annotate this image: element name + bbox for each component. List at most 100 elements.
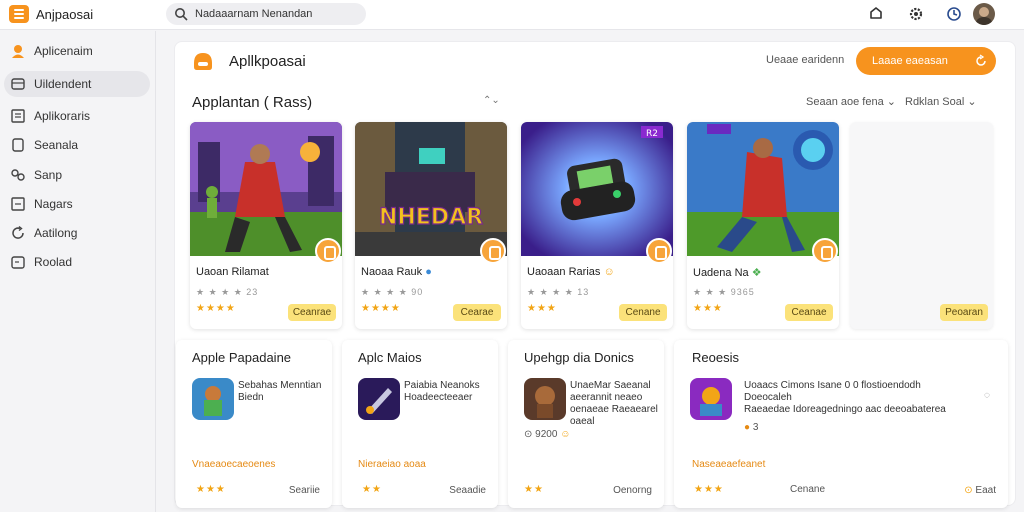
sidebar-item-label: Sanp <box>34 168 63 182</box>
sidebar-item-aplicenaim[interactable]: Aplicenaim <box>4 38 150 64</box>
sidebar: Aplicenaim Uildendent Aplikoraris Seanal… <box>0 31 156 512</box>
rating-value: ⊙ 9200 ☺ <box>524 429 571 440</box>
header-link[interactable]: Ueaae earidenn <box>766 54 844 66</box>
document-icon <box>12 138 24 152</box>
featured-panel[interactable]: Apple Papadaine Sebahas Menntian Biedn V… <box>176 340 332 508</box>
sidebar-item-label: Aplicenaim <box>34 44 93 58</box>
game-title: Naoaa Rauk ● <box>361 266 432 278</box>
featured-panel[interactable]: Upehgp dia Donics UnaeMar Saeanal aeeran… <box>508 340 664 508</box>
grid-icon <box>11 109 25 123</box>
app-thumbnail-image <box>690 378 732 420</box>
game-action-button[interactable]: Peoaran <box>940 304 988 321</box>
panel-extra[interactable]: ⊙ Eaat <box>964 485 996 496</box>
primary-action-button[interactable]: Laaae eaeasan <box>856 47 996 75</box>
game-art-image <box>190 122 342 256</box>
game-card[interactable]: Uadena Na ❖ ★ ★ ★ 9365 ★★★ Ceanae <box>687 122 839 329</box>
star-rating: ★★★ <box>694 484 724 495</box>
refresh-icon <box>12 225 24 239</box>
notification-icon[interactable] <box>868 6 884 22</box>
game-rating-meta: ★ ★ ★ 9365 <box>693 287 755 297</box>
game-action-button[interactable]: Ceanrae <box>288 304 336 321</box>
panel-title: Aplc Maios <box>358 350 422 365</box>
featured-panel[interactable]: Aplc Maios Paiabia Neanoks Hoadeecteeaer… <box>342 340 498 508</box>
game-badge-icon <box>812 238 838 264</box>
sidebar-item-label: Roolad <box>34 255 73 269</box>
file-icon <box>11 256 25 269</box>
top-bar: Anjpaosai Nadaaarnam Nenandan <box>0 0 1024 30</box>
game-rating-meta: ★ ★ ★ ★ 90 <box>361 287 424 297</box>
star-rating: ★★ <box>362 484 382 495</box>
sidebar-item-uildendent[interactable]: Uildendent <box>4 71 150 97</box>
settings-icon[interactable] <box>908 6 924 22</box>
game-art-text: NHEDAR <box>379 205 483 230</box>
star-rating: ★★★★ <box>196 303 236 314</box>
game-title: Uaoaan Rarias ☺ <box>527 266 615 278</box>
panel-title: Apple Papadaine <box>192 350 292 365</box>
arrow-icon <box>976 54 986 66</box>
app-thumbnail-image <box>192 378 234 420</box>
game-card-placeholder[interactable]: Peoaran <box>850 122 993 329</box>
filter-dropdown[interactable]: Rdklan Soal ⌄ <box>905 95 977 108</box>
game-art-image <box>687 122 839 256</box>
sidebar-item-aplikoraris[interactable]: Aplikoraris <box>4 103 150 129</box>
search-input[interactable]: Nadaaarnam Nenandan <box>195 8 312 20</box>
game-card[interactable]: R2 Uaoaan Rarias ☺ ★ ★ ★ ★ 13 ★★★ Cenane <box>521 122 673 329</box>
game-action-button[interactable]: Cenane <box>619 304 667 321</box>
game-card[interactable]: Uaoan Rilamat ★ ★ ★ ★ 23 ★★★★ Ceanrae <box>190 122 342 329</box>
sidebar-item-label: Uildendent <box>34 77 92 91</box>
link-icon <box>11 169 25 181</box>
avatar[interactable] <box>973 3 995 25</box>
list-icon <box>11 197 25 211</box>
panel-description: UnaeMar Saeanal aeerannit neaeo oenaeae … <box>570 380 658 427</box>
chevron-down-icon[interactable]: ⌃⌄ <box>483 95 500 106</box>
app-thumbnail-image <box>524 378 566 420</box>
game-art-text: R2 <box>646 129 658 139</box>
box-icon <box>11 78 25 90</box>
panel-link[interactable]: Nieraeiao aoaa <box>358 459 426 470</box>
panel-meta: Oenorng <box>613 485 652 496</box>
filter-label: Rdklan Soal <box>905 96 965 108</box>
panel-link[interactable]: Naseaeaefeanet <box>692 459 765 470</box>
game-art-image: R2 <box>521 122 673 256</box>
star-rating: ★★★ <box>527 303 557 314</box>
sort-dropdown[interactable]: Seaan aoe fena ⌄ <box>806 95 896 108</box>
sidebar-item-nagars[interactable]: Nagars <box>4 191 150 217</box>
game-title: Uaoan Rilamat <box>196 266 269 278</box>
sidebar-item-label: Aatilong <box>34 226 78 240</box>
panel-meta: Cenane <box>790 484 826 495</box>
panel-description: Uoaacs Cimons Isane 0 0 flostioendodh Do… <box>744 380 946 415</box>
sidebar-item-seanala[interactable]: Seanala <box>4 132 150 158</box>
user-icon <box>12 45 24 58</box>
panel-link[interactable]: Vnaeaoecaeoenes <box>192 459 275 470</box>
game-title: Uadena Na ❖ <box>693 267 762 279</box>
search-icon <box>175 8 188 21</box>
sidebar-item-sanp[interactable]: Sanp <box>4 162 150 188</box>
sort-label: Seaan aoe fena <box>806 96 884 108</box>
featured-panel[interactable]: Reoesis Uoaacs Cimons Isane 0 0 flostioe… <box>674 340 1008 508</box>
sidebar-item-aatilong[interactable]: Aatilong <box>4 220 150 246</box>
panel-meta: Seariie <box>288 485 320 496</box>
section-title: Applantan ( Rass) <box>192 94 313 111</box>
game-action-button[interactable]: Cearae <box>453 304 501 321</box>
app-logo-icon <box>194 53 212 70</box>
clock-icon[interactable] <box>946 6 962 22</box>
game-action-button[interactable]: Ceanae <box>785 304 833 321</box>
game-art-image: NHEDAR <box>355 122 507 256</box>
game-rating-meta: ★ ★ ★ ★ 13 <box>527 287 590 297</box>
game-badge-icon <box>480 238 506 264</box>
menu-icon[interactable] <box>9 5 29 23</box>
star-rating: ★★★★ <box>361 303 401 314</box>
panel-description: Sebahas Menntian Biedn <box>238 380 322 403</box>
page-title: Apllkpoasai <box>229 53 306 70</box>
info-icon[interactable]: ◌ <box>984 390 990 402</box>
sidebar-item-label: Seanala <box>34 138 79 152</box>
star-rating: ★★★ <box>196 484 226 495</box>
panel-description: Paiabia Neanoks Hoadeecteeaer <box>404 380 480 403</box>
app-title: Anjpaosai <box>36 7 94 22</box>
star-rating: ★★ <box>524 484 544 495</box>
search-bar[interactable]: Nadaaarnam Nenandan <box>166 3 366 25</box>
game-card[interactable]: NHEDAR Naoaa Rauk ● ★ ★ ★ ★ 90 ★★★★ Cear… <box>355 122 507 329</box>
sidebar-item-label: Nagars <box>34 197 73 211</box>
sidebar-item-roolad[interactable]: Roolad <box>4 249 150 275</box>
panel-title: Reoesis <box>692 350 739 365</box>
